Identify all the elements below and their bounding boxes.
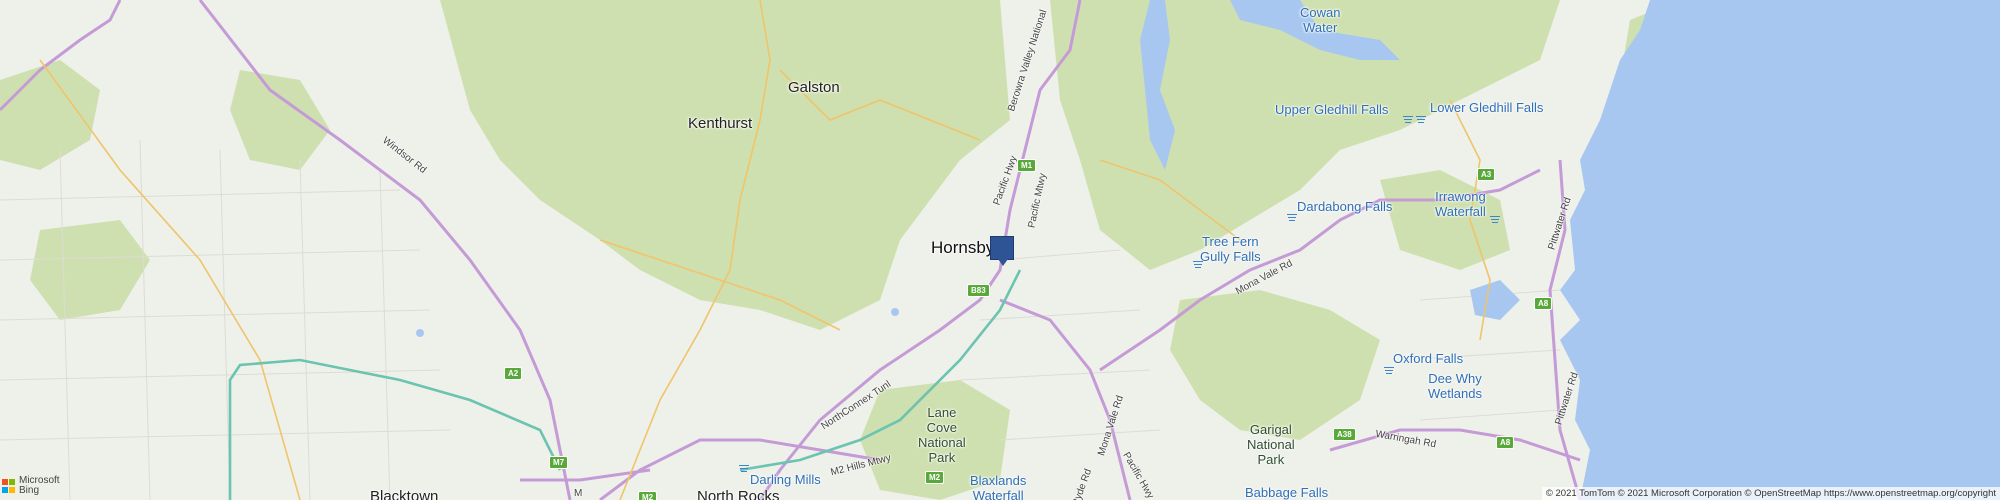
forest-areas [0, 0, 1690, 500]
water-label-irrawong-waterfall: Irrawong Waterfall [1435, 189, 1486, 219]
water-label-upper-gledhill-falls: Upper Gledhill Falls [1275, 102, 1389, 117]
route-shield-m2-east: M2 [925, 471, 945, 484]
waterfall-icon [1416, 116, 1426, 124]
route-shield-m2-west: M2 [638, 491, 658, 500]
place-label-kenthurst: Kenthurst [688, 115, 753, 132]
bing-logo-bing-text: Bing [19, 485, 40, 496]
waterfall-icon [1384, 367, 1394, 375]
water-label-babbage-falls: Babbage Falls [1245, 485, 1329, 500]
waterfall-icon [1287, 214, 1297, 222]
water-label-tree-fern-gully-falls: Tree Fern Gully Falls [1200, 234, 1261, 264]
waterfall-icon [1193, 261, 1203, 269]
waterfall-icon [739, 465, 749, 473]
map-canvas[interactable]: Galston Kenthurst Hornsby Blacktown Nort… [0, 0, 2000, 500]
location-pin-icon[interactable] [990, 236, 1014, 266]
route-shield-a3: A3 [1477, 168, 1496, 181]
park-label-lane-cove: Lane Cove National Park [918, 405, 966, 465]
place-label-hornsby: Hornsby [931, 238, 995, 257]
road-label-m-partial: M [574, 488, 583, 499]
water-label-cowan-water: Cowan Water [1300, 5, 1341, 35]
park-label-garigal: Garigal National Park [1247, 422, 1295, 467]
water-label-dee-why-wetlands: Dee Why Wetlands [1428, 371, 1482, 401]
water-label-dardabong-falls: Dardabong Falls [1297, 199, 1393, 214]
waterfall-icon [1403, 116, 1413, 124]
water-label-darling-mills: Darling Mills [750, 472, 821, 487]
place-label-galston: Galston [788, 79, 840, 96]
route-shield-a38: A38 [1333, 428, 1356, 441]
water-label-lower-gledhill-falls: Lower Gledhill Falls [1430, 100, 1544, 115]
route-shield-a8-south: A8 [1496, 436, 1515, 449]
sea-area [1560, 0, 2000, 500]
route-shield-m1: M1 [1017, 159, 1037, 172]
place-label-north-rocks: North Rocks [697, 488, 780, 500]
place-label-blacktown: Blacktown [370, 488, 439, 500]
route-shield-a2: A2 [504, 367, 523, 380]
map-attribution[interactable]: © 2021 TomTom © 2021 Microsoft Corporati… [1541, 487, 2000, 500]
bing-logo: Microsoft Bing [2, 476, 60, 496]
microsoft-logo-icon [2, 479, 16, 493]
water-label-blaxlands-waterfall: Blaxlands Waterfall [970, 473, 1027, 500]
route-shield-m7: M7 [549, 456, 569, 469]
water-label-oxford-falls: Oxford Falls [1393, 351, 1464, 366]
waterfall-icon [1490, 216, 1500, 224]
route-shield-a8-north: A8 [1534, 297, 1553, 310]
route-shield-b83: B83 [967, 284, 990, 297]
